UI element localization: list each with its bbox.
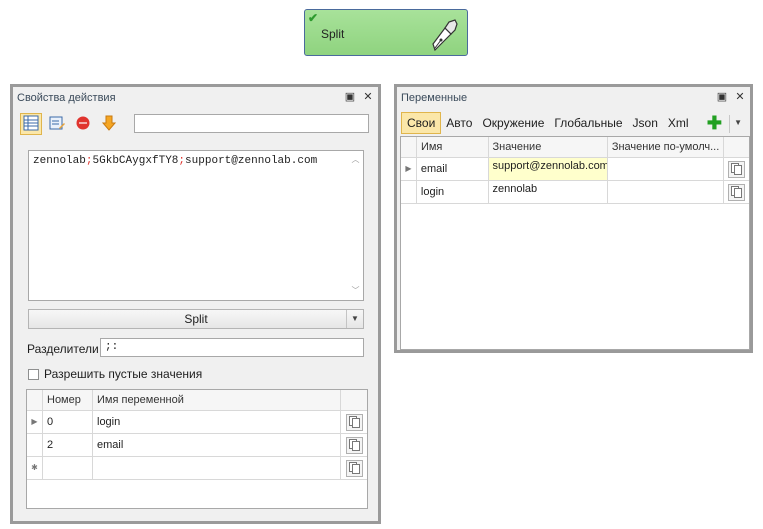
panel-title: Переменные (401, 92, 468, 104)
split-variables-grid: Номер Имя переменной ▶ 0 login 2 email ✱ (26, 389, 368, 509)
panel-title: Свойства действия (17, 92, 116, 104)
allow-empty-checkbox[interactable] (28, 368, 39, 380)
column-header-value[interactable]: Значение (488, 137, 608, 158)
cell-variable-name[interactable]: email (93, 434, 341, 457)
new-row-icon: ✱ (27, 457, 43, 480)
stop-icon (75, 115, 91, 134)
grid-view-icon (23, 115, 39, 134)
pin-icon[interactable]: ▣ (344, 90, 356, 103)
tab-environment[interactable]: Окружение (477, 113, 549, 133)
copy-button[interactable] (341, 434, 367, 457)
column-header-default[interactable]: Значение по-умолч... (607, 137, 725, 158)
pin-icon[interactable]: ▣ (716, 90, 728, 103)
copy-icon (345, 413, 363, 431)
table-row[interactable]: ▶ 0 login (27, 411, 367, 434)
action-node-split[interactable]: ✔ Split (304, 9, 468, 56)
chevron-down-icon[interactable]: ▼ (346, 310, 363, 328)
scroll-up-icon[interactable]: ︿ (349, 154, 362, 166)
cell-default[interactable] (607, 181, 725, 204)
copy-icon (728, 160, 746, 178)
cell-name[interactable]: email (416, 158, 489, 181)
cell-name[interactable]: login (416, 181, 489, 204)
input-text-area[interactable]: zennolab;5GkbCAygxfTY8;support@zennolab.… (28, 150, 364, 301)
action-node-label: Split (321, 27, 345, 41)
copy-button[interactable] (724, 158, 749, 181)
tab-json[interactable]: Json (628, 113, 663, 133)
variables-grid: Имя Значение Значение по-умолч... ▶ emai… (400, 136, 750, 350)
properties-toolbar (20, 113, 120, 135)
copy-icon (728, 183, 746, 201)
table-row[interactable]: login zennolab (401, 181, 749, 204)
column-header-name[interactable]: Имя (416, 137, 489, 158)
download-arrow-icon (101, 115, 117, 134)
scrollbar[interactable]: ︿ ﹀ (349, 152, 362, 299)
cell-value[interactable]: zennolab (488, 181, 608, 204)
copy-icon (345, 436, 363, 454)
grid-view-button[interactable] (20, 113, 42, 135)
grid-header: Номер Имя переменной (27, 390, 367, 411)
tab-own[interactable]: Свои (401, 112, 442, 134)
toolbar-divider (729, 115, 730, 133)
variables-tabs: Свои Авто Окружение Глобальные Json Xml (401, 112, 694, 134)
scroll-down-icon[interactable]: ﹀ (349, 285, 362, 297)
add-variable-icon[interactable]: ✚ (707, 114, 722, 132)
cell-variable-name[interactable]: login (93, 411, 341, 434)
input-text: zennolab;5GkbCAygxfTY8;support@zennolab.… (33, 155, 318, 167)
edit-button[interactable] (46, 113, 68, 135)
close-icon[interactable]: ✕ (362, 90, 374, 103)
copy-button[interactable] (341, 411, 367, 434)
chevron-down-icon[interactable]: ▼ (734, 118, 742, 127)
copy-icon (345, 459, 363, 477)
pen-nib-icon (427, 16, 459, 55)
variables-panel: Переменные ▣ ✕ Свои Авто Окружение Глоба… (394, 84, 753, 353)
close-icon[interactable]: ✕ (734, 90, 746, 103)
edit-icon (49, 115, 65, 134)
column-header-variable-name[interactable]: Имя переменной (93, 390, 341, 411)
cell-number[interactable]: 2 (43, 434, 93, 457)
cell-number[interactable]: 0 (43, 411, 93, 434)
row-indicator-icon: ▶ (401, 158, 417, 181)
tab-xml[interactable]: Xml (663, 113, 694, 133)
tab-auto[interactable]: Авто (441, 113, 477, 133)
row-indicator-icon: ▶ (27, 411, 43, 434)
table-row[interactable]: ▶ email support@zennolab.com (401, 158, 749, 181)
allow-empty-label: Разрешить пустые значения (44, 367, 203, 381)
separators-input[interactable]: ;: (100, 338, 364, 357)
separators-label: Разделители (27, 342, 99, 356)
stop-button[interactable] (72, 113, 94, 135)
check-icon: ✔ (308, 11, 319, 25)
copy-button[interactable] (341, 457, 367, 480)
tab-global[interactable]: Глобальные (549, 113, 627, 133)
copy-button[interactable] (724, 181, 749, 204)
operation-select[interactable]: Split ▼ (28, 309, 364, 329)
cell-default[interactable] (607, 158, 725, 181)
operation-value: Split (184, 312, 208, 326)
new-row[interactable]: ✱ (27, 457, 367, 480)
grid-header: Имя Значение Значение по-умолч... (401, 137, 750, 158)
download-button[interactable] (98, 113, 120, 135)
column-header-number[interactable]: Номер (43, 390, 93, 411)
table-row[interactable]: 2 email (27, 434, 367, 457)
action-properties-panel: Свойства действия ▣ ✕ zennolab;5GkbCAygx… (10, 84, 381, 524)
allow-empty-row: Разрешить пустые значения (28, 367, 202, 381)
toolbar-search-input[interactable] (134, 114, 369, 133)
cell-value[interactable]: support@zennolab.com (488, 158, 608, 181)
